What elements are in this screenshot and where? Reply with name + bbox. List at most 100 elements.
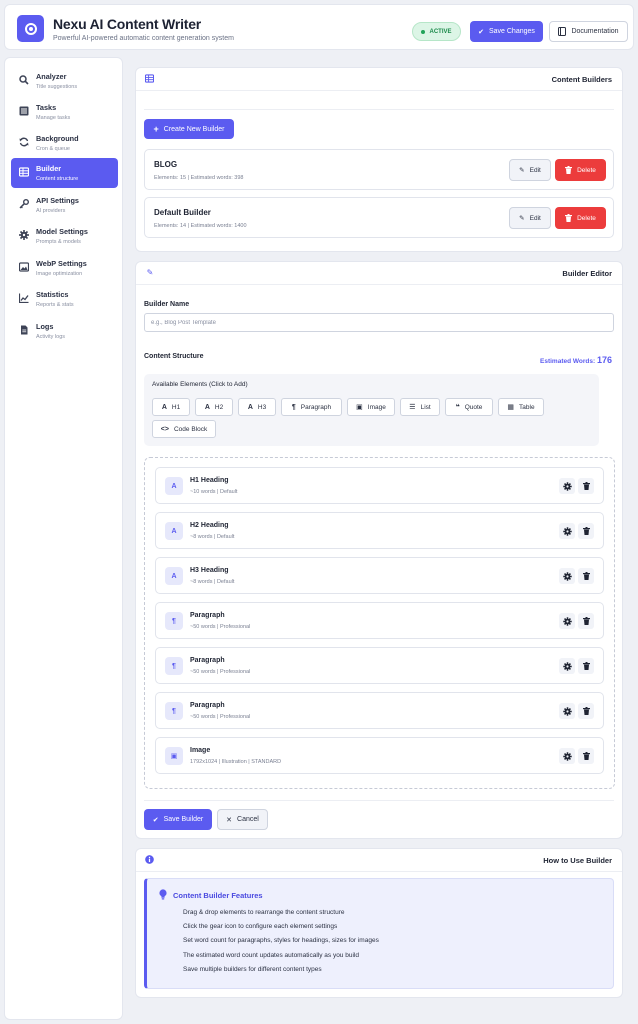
create-builder-button[interactable]: + Create New Builder xyxy=(144,119,234,139)
add-list-button[interactable]: ☰ List xyxy=(400,398,440,416)
gear-icon[interactable] xyxy=(559,613,575,629)
check-icon: ✔ xyxy=(152,816,159,824)
gear-icon xyxy=(19,230,29,240)
builder-meta: Elements: 14 | Estimated words: 1400 xyxy=(154,223,247,229)
trash-icon[interactable] xyxy=(578,613,594,629)
structure-element[interactable]: A H2 Heading ~8 words | Default xyxy=(155,512,604,549)
table-icon xyxy=(145,74,155,84)
search-icon xyxy=(19,75,29,85)
how-to-use-panel: How to Use Builder Content Builder Featu… xyxy=(135,848,623,998)
sidebar-item-background[interactable]: Background Cron & queue xyxy=(11,128,118,158)
gear-icon[interactable] xyxy=(559,568,575,584)
trash-icon[interactable] xyxy=(578,478,594,494)
lightbulb-icon xyxy=(159,889,167,900)
sidebar-item-tasks[interactable]: Tasks Manage tasks xyxy=(11,97,118,127)
structure-element[interactable]: A H1 Heading ~10 words | Default xyxy=(155,467,604,504)
documentation-button[interactable]: Documentation xyxy=(549,21,628,42)
list-icon: ☰ xyxy=(409,404,416,411)
heading-icon: A xyxy=(165,522,183,540)
builder-name: BLOG xyxy=(154,160,178,169)
table-icon: ▦ xyxy=(507,404,515,411)
builder-name-input[interactable] xyxy=(144,313,614,332)
features-title: Content Builder Features xyxy=(173,891,263,900)
gear-icon[interactable] xyxy=(559,748,575,764)
add-h1-button[interactable]: A H1 xyxy=(152,398,190,416)
app-header: Nexu AI Content Writer Powerful AI-power… xyxy=(4,4,634,50)
trash-icon[interactable] xyxy=(578,703,594,719)
panel-header: ✎ Builder Editor xyxy=(136,262,622,285)
add-table-button[interactable]: ▦ Table xyxy=(498,398,544,416)
add-code-block-button[interactable]: <> Code Block xyxy=(152,420,216,438)
heading-icon: A xyxy=(247,403,253,411)
edit-button[interactable]: ✎ Edit xyxy=(509,159,551,181)
table-icon xyxy=(19,167,29,177)
available-elements: Available Elements (Click to Add) A H1 A… xyxy=(144,374,599,446)
app-logo xyxy=(17,15,44,42)
trash-icon[interactable] xyxy=(578,658,594,674)
sidebar-item-analyzer[interactable]: Analyzer Title suggestions xyxy=(11,66,118,96)
structure-drop-zone[interactable]: A H1 Heading ~10 words | Default A H2 He… xyxy=(144,457,615,789)
builder-name-label: Builder Name xyxy=(144,301,190,308)
builder-name: Default Builder xyxy=(154,208,211,217)
structure-element[interactable]: ¶ Paragraph ~50 words | Professional xyxy=(155,602,604,639)
panel-title: Content Builders xyxy=(551,75,612,84)
structure-element[interactable]: A H3 Heading ~8 words | Default xyxy=(155,557,604,594)
list-item: Click the gear icon to configure each el… xyxy=(183,923,338,930)
trash-icon[interactable] xyxy=(578,523,594,539)
edit-button[interactable]: ✎ Edit xyxy=(509,207,551,229)
add-paragraph-button[interactable]: ¶ Paragraph xyxy=(281,398,342,416)
close-icon: ✕ xyxy=(226,816,233,824)
panel-header: Content Builders xyxy=(136,68,622,91)
heading-icon: A xyxy=(204,403,210,411)
trash-icon[interactable] xyxy=(578,568,594,584)
app-title: Nexu AI Content Writer xyxy=(53,16,202,32)
delete-button[interactable]: Delete xyxy=(555,159,606,181)
sidebar-item-api-settings[interactable]: API Settings AI providers xyxy=(11,190,118,220)
estimated-words: Estimated Words: 176 xyxy=(540,355,612,365)
builder-meta: Elements: 15 | Estimated words: 398 xyxy=(154,175,244,181)
add-quote-button[interactable]: ❝ Quote xyxy=(445,398,493,416)
builder-editor-panel: ✎ Builder Editor Builder Name Content St… xyxy=(135,261,623,839)
paragraph-icon: ¶ xyxy=(165,702,183,720)
status-dot-icon xyxy=(421,29,426,34)
delete-button[interactable]: Delete xyxy=(555,207,606,229)
sidebar-item-statistics[interactable]: Statistics Reports & stats xyxy=(11,284,118,314)
estimated-words-value: 176 xyxy=(596,355,612,365)
image-icon: ▣ xyxy=(356,404,363,411)
structure-element[interactable]: ¶ Paragraph ~50 words | Professional xyxy=(155,692,604,729)
sidebar-item-model-settings[interactable]: Model Settings Prompts & models xyxy=(11,221,118,251)
plus-icon: + xyxy=(153,124,159,134)
quote-icon: ❝ xyxy=(455,404,460,411)
sidebar-item-logs[interactable]: Logs Activity logs xyxy=(11,316,118,346)
panel-title: Builder Editor xyxy=(562,269,612,278)
add-h3-button[interactable]: A H3 xyxy=(238,398,276,416)
trash-icon xyxy=(565,166,573,174)
sidebar-item-builder[interactable]: Builder Content structure xyxy=(11,158,118,188)
structure-element[interactable]: ¶ Paragraph ~50 words | Professional xyxy=(155,647,604,684)
gear-icon[interactable] xyxy=(559,523,575,539)
add-image-button[interactable]: ▣ Image xyxy=(347,398,395,416)
structure-element[interactable]: ▣ Image 1792x1024 | Illustration | STAND… xyxy=(155,737,604,774)
key-icon xyxy=(19,199,29,209)
divider xyxy=(144,800,614,801)
list-item: The estimated word count updates automat… xyxy=(183,952,359,959)
heading-icon: A xyxy=(165,477,183,495)
heading-icon: A xyxy=(165,567,183,585)
chart-icon xyxy=(19,293,29,303)
sidebar-item-webp-settings[interactable]: WebP Settings Image optimization xyxy=(11,253,118,283)
gear-icon[interactable] xyxy=(559,703,575,719)
content-structure-label: Content Structure xyxy=(144,353,204,360)
pencil-icon: ✎ xyxy=(519,215,525,222)
gear-icon[interactable] xyxy=(559,478,575,494)
file-icon xyxy=(19,325,29,335)
check-icon: ✔ xyxy=(478,28,484,36)
add-h2-button[interactable]: A H2 xyxy=(195,398,233,416)
panel-title: How to Use Builder xyxy=(543,856,612,865)
save-changes-button[interactable]: ✔ Save Changes xyxy=(470,21,543,42)
paragraph-icon: ¶ xyxy=(165,612,183,630)
list-item: Set word count for paragraphs, styles fo… xyxy=(183,937,379,944)
trash-icon[interactable] xyxy=(578,748,594,764)
gear-icon[interactable] xyxy=(559,658,575,674)
save-builder-button[interactable]: ✔ Save Builder xyxy=(144,809,212,830)
cancel-button[interactable]: ✕ Cancel xyxy=(217,809,268,830)
